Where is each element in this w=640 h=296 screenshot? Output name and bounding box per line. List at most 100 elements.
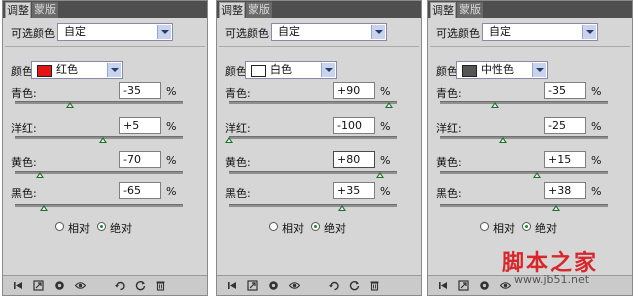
yellow-slider-thumb[interactable] (376, 172, 385, 178)
mask-icon[interactable] (268, 280, 279, 291)
magenta-slider-thumb[interactable] (499, 137, 507, 143)
absolute-radio[interactable] (311, 222, 320, 231)
cyan-slider-thumb[interactable] (65, 102, 74, 108)
magenta-slider-thumb[interactable] (225, 137, 233, 143)
magenta-slider-thumb[interactable] (99, 137, 108, 143)
percent-label: % (591, 185, 602, 198)
absolute-label: 绝对 (535, 222, 557, 235)
magenta-slider-track[interactable] (440, 136, 608, 139)
yellow-label: 黄色: (11, 156, 37, 169)
color-swatch (462, 65, 477, 77)
percent-label: % (380, 85, 391, 98)
magenta-input[interactable]: +5 (119, 117, 161, 134)
cyan-slider-thumb[interactable] (490, 102, 499, 108)
magenta-input[interactable]: -25 (544, 117, 586, 134)
yellow-slider-thumb[interactable] (532, 172, 541, 178)
back-icon[interactable] (438, 280, 449, 291)
panel-tab-bar: 调整 蒙版 (3, 1, 207, 18)
tab-adjustments[interactable]: 调整 (430, 2, 456, 18)
expand-icon[interactable] (33, 280, 44, 291)
color-select[interactable]: 白色 (245, 61, 337, 79)
back-icon[interactable] (13, 280, 24, 291)
tab-adjustments[interactable]: 调整 (219, 2, 245, 18)
chevron-down-icon (582, 25, 596, 39)
color-name: 中性色 (481, 63, 514, 76)
panel-footer (3, 275, 207, 295)
chevron-down-icon (321, 63, 335, 77)
black-input[interactable]: +35 (333, 182, 375, 199)
visibility-icon[interactable] (75, 280, 86, 291)
yellow-slider-thumb[interactable] (36, 172, 45, 178)
black-label: 黑色: (225, 187, 251, 200)
preset-label: 可选颜色 (225, 27, 269, 40)
color-select[interactable]: 中性色 (456, 61, 548, 79)
reset-icon[interactable] (349, 280, 360, 291)
preset-value: 自定 (64, 25, 86, 38)
adjustments-panel-1: 调整 蒙版 可选颜色 自定 颜色: 红色 青色: -35 % 洋红: +5 % … (2, 0, 208, 296)
expand-icon[interactable] (458, 280, 469, 291)
cyan-label: 青色: (225, 87, 251, 100)
relative-radio[interactable] (480, 222, 489, 231)
relative-label: 相对 (282, 222, 304, 235)
cyan-label: 青色: (11, 87, 37, 100)
color-name: 白色 (270, 63, 292, 76)
cyan-input[interactable]: -35 (119, 82, 161, 99)
yellow-input[interactable]: -70 (119, 151, 161, 168)
cyan-slider-track[interactable] (229, 101, 397, 104)
back-icon[interactable] (227, 280, 238, 291)
percent-label: % (166, 85, 177, 98)
yellow-slider-track[interactable] (229, 171, 397, 174)
color-name: 红色 (56, 63, 78, 76)
expand-icon[interactable] (247, 280, 258, 291)
preset-select[interactable]: 自定 (57, 23, 173, 41)
panel-tab-bar: 调整 蒙版 (428, 1, 632, 18)
cyan-slider-thumb[interactable] (384, 102, 393, 108)
magenta-label: 洋红: (11, 122, 37, 135)
yellow-slider-track[interactable] (440, 171, 608, 174)
view-previous-icon[interactable] (329, 280, 340, 291)
preset-value: 自定 (489, 25, 511, 38)
percent-label: % (380, 185, 391, 198)
black-slider-track[interactable] (440, 204, 608, 207)
tab-masks[interactable]: 蒙版 (246, 2, 272, 18)
preset-value: 自定 (278, 25, 300, 38)
tab-adjustments[interactable]: 调整 (5, 2, 31, 18)
percent-label: % (166, 154, 177, 167)
percent-label: % (380, 154, 391, 167)
relative-label: 相对 (68, 222, 90, 235)
preset-select[interactable]: 自定 (271, 23, 387, 41)
black-input[interactable]: -65 (119, 182, 161, 199)
tab-masks[interactable]: 蒙版 (457, 2, 483, 18)
relative-radio[interactable] (55, 222, 64, 231)
absolute-radio[interactable] (97, 222, 106, 231)
cyan-input[interactable]: +90 (333, 82, 375, 99)
relative-radio[interactable] (269, 222, 278, 231)
cyan-input[interactable]: -35 (544, 82, 586, 99)
divider (5, 46, 205, 47)
reset-icon[interactable] (135, 280, 146, 291)
yellow-input[interactable]: +80 (333, 151, 375, 168)
site-watermark: 脚本之家 www.jb51.net (494, 245, 624, 289)
black-label: 黑色: (436, 187, 462, 200)
delete-icon[interactable] (155, 280, 166, 291)
magenta-slider-track[interactable] (229, 136, 397, 139)
black-input[interactable]: +38 (544, 182, 586, 199)
black-slider-thumb[interactable] (551, 205, 560, 211)
tab-masks[interactable]: 蒙版 (32, 2, 58, 18)
absolute-radio[interactable] (522, 222, 531, 231)
black-slider-thumb[interactable] (338, 205, 347, 211)
divider (430, 46, 630, 47)
yellow-input[interactable]: +15 (544, 151, 586, 168)
mask-icon[interactable] (54, 280, 65, 291)
view-previous-icon[interactable] (115, 280, 126, 291)
black-slider-track[interactable] (229, 204, 397, 207)
black-slider-thumb[interactable] (40, 205, 49, 211)
cyan-slider-track[interactable] (440, 101, 608, 104)
preset-select[interactable]: 自定 (482, 23, 598, 41)
visibility-icon[interactable] (289, 280, 300, 291)
cyan-slider-track[interactable] (15, 101, 183, 104)
magenta-input[interactable]: -100 (333, 117, 375, 134)
delete-icon[interactable] (369, 280, 380, 291)
mask-icon[interactable] (479, 280, 490, 291)
color-select[interactable]: 红色 (31, 61, 123, 79)
